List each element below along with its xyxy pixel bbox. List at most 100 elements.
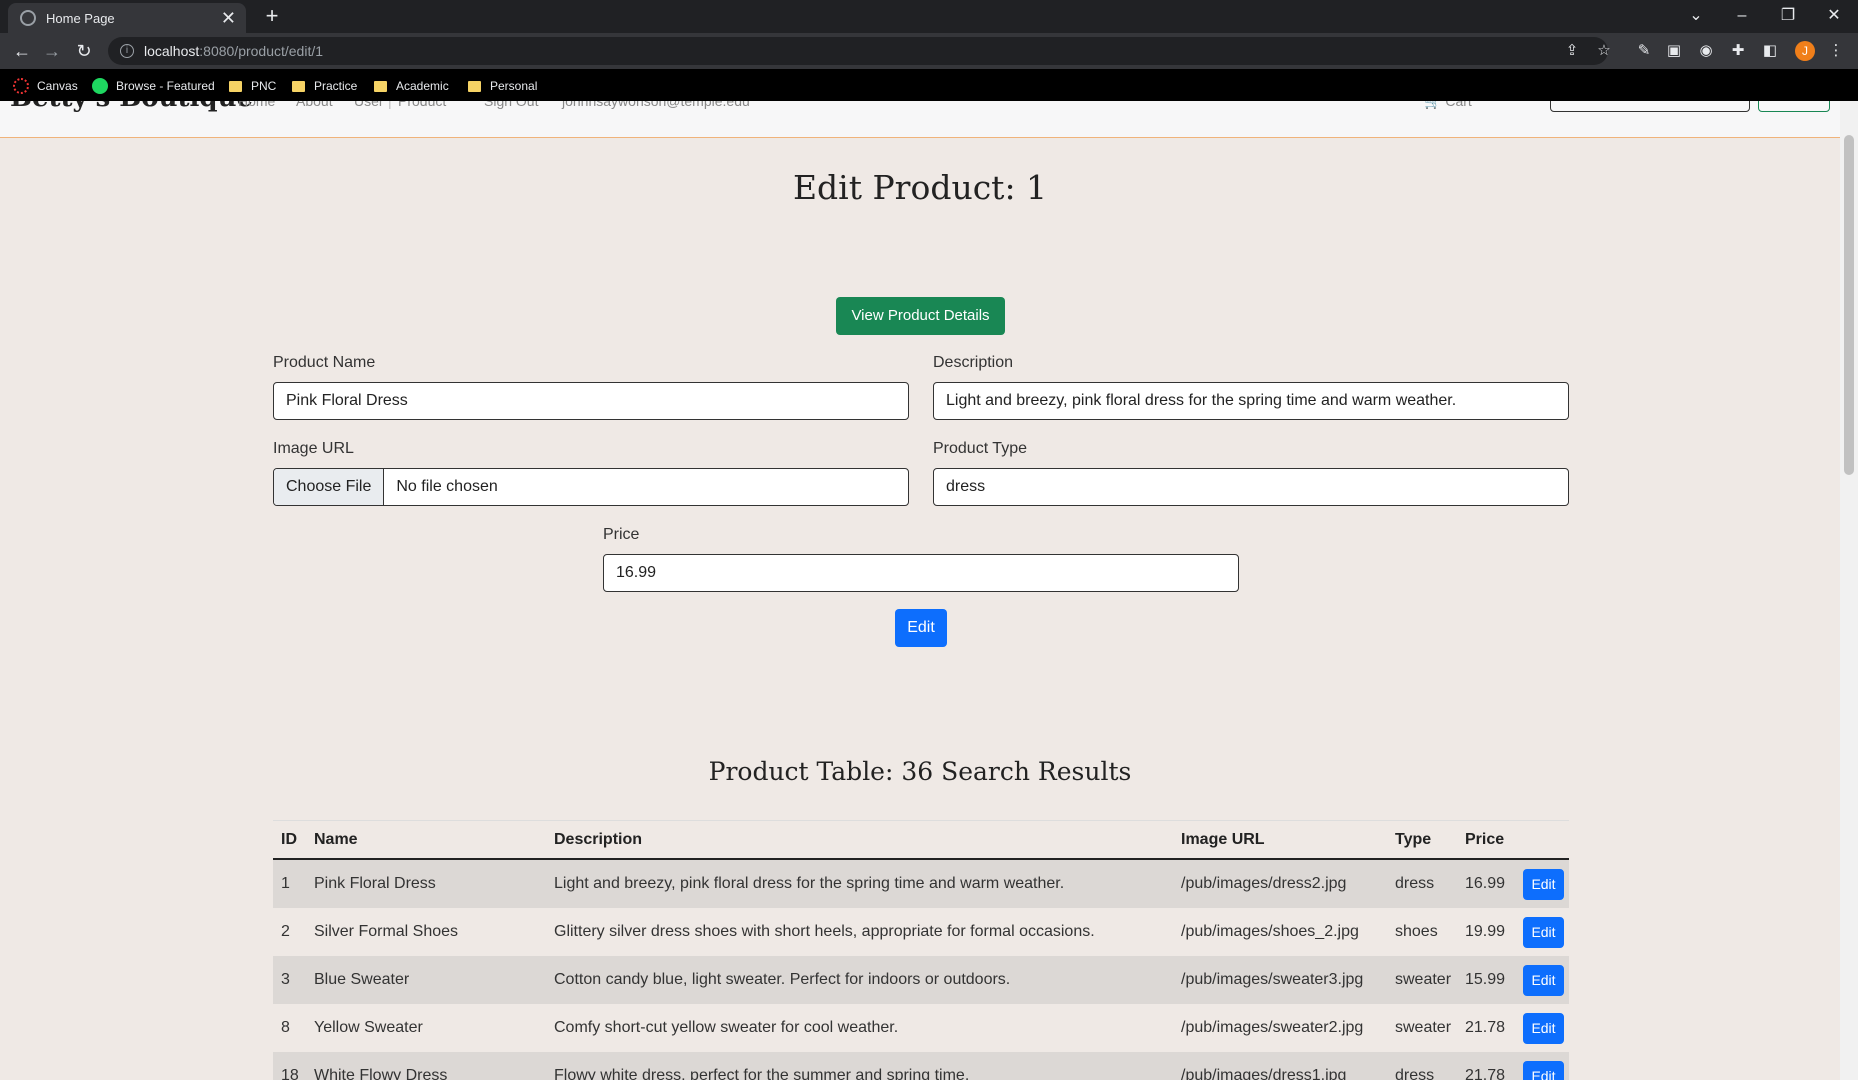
cell-description: Comfy short-cut yellow sweater for cool … (554, 1019, 899, 1036)
bookmark-canvas[interactable]: Canvas (13, 77, 78, 95)
extensions-puzzle-icon[interactable]: ✚ (1728, 41, 1748, 61)
description-input[interactable]: Light and breezy, pink floral dress for … (933, 382, 1569, 420)
nav-user[interactable]: User (354, 101, 384, 109)
row-edit-button[interactable]: Edit (1523, 964, 1564, 996)
header-image-url: Image URL (1181, 830, 1265, 848)
nav-about[interactable]: About (296, 101, 333, 109)
price-input[interactable]: 16.99 (603, 554, 1239, 592)
browser-tab[interactable]: Home Page ✕ (8, 3, 246, 33)
bookmark-label: PNC (251, 79, 277, 93)
product-type-label: Product Type (933, 440, 1027, 457)
image-url-label: Image URL (273, 440, 354, 457)
share-icon[interactable]: ⇪ (1562, 41, 1582, 61)
cell-image-url: /pub/images/sweater2.jpg (1181, 1019, 1364, 1036)
tab-search-icon[interactable]: ⌄ (1676, 4, 1716, 28)
nav-separator: | (388, 101, 392, 109)
address-bar[interactable]: i localhost:8080/product/edit/1 (108, 37, 1608, 65)
price-label: Price (603, 526, 640, 543)
bookmark-browse-featured[interactable]: Browse - Featured (92, 77, 215, 95)
product-table: ID Name Description Image URL Type Price… (273, 820, 1569, 1080)
cell-id: 3 (281, 971, 290, 988)
product-name-label: Product Name (273, 354, 376, 371)
window-close-icon[interactable]: ✕ (1814, 4, 1854, 28)
cell-actions: Edit (1521, 964, 1569, 996)
site-search-input[interactable] (1550, 101, 1750, 112)
profile-avatar[interactable]: J (1795, 41, 1815, 61)
cell-id: 1 (281, 875, 290, 892)
cell-name: Pink Floral Dress (314, 875, 436, 892)
cell-price: 21.78 (1465, 1019, 1506, 1036)
nav-cart[interactable]: 🛒 Cart (1424, 101, 1472, 110)
forward-icon[interactable]: → (40, 39, 64, 63)
new-tab-button[interactable]: + (260, 4, 284, 28)
back-icon[interactable]: ← (10, 39, 34, 63)
bookmarks-bar: Canvas Browse - Featured PNC Practice Ac… (0, 69, 1858, 101)
cell-price: 19.99 (1465, 923, 1506, 940)
cell-id: 2 (281, 923, 290, 940)
nav-home[interactable]: Home (238, 101, 275, 109)
site-search-button[interactable] (1758, 101, 1830, 112)
image-file-input[interactable]: Choose File No file chosen (273, 468, 909, 506)
cell-type: sweater (1395, 1019, 1452, 1036)
bookmark-academic[interactable]: Academic (374, 77, 449, 95)
cell-actions: Edit (1521, 1060, 1569, 1080)
view-product-details-button[interactable]: View Product Details (836, 297, 1005, 335)
menu-kebab-icon[interactable]: ⋮ (1826, 41, 1846, 61)
folder-icon (292, 80, 305, 92)
bookmark-label: Practice (314, 79, 358, 93)
bookmark-label: Browse - Featured (116, 79, 215, 93)
tab-close-icon[interactable]: ✕ (221, 9, 236, 27)
row-edit-button[interactable]: Edit (1523, 916, 1564, 948)
reload-icon[interactable]: ↻ (72, 39, 96, 63)
cell-name: Yellow Sweater (314, 1019, 423, 1036)
minimize-icon[interactable]: – (1722, 4, 1762, 28)
side-panel-icon[interactable]: ◧ (1760, 41, 1780, 61)
site-info-icon[interactable]: i (120, 44, 134, 58)
cell-name: Silver Formal Shoes (314, 923, 459, 940)
site-brand[interactable]: Betty's Boutique (10, 101, 253, 113)
scrollbar-thumb[interactable] (1844, 135, 1854, 475)
cell-id: 8 (281, 1019, 290, 1036)
eyedropper-extension-icon[interactable]: ✎ (1634, 41, 1654, 61)
globe-icon (20, 10, 36, 26)
choose-file-button[interactable]: Choose File (274, 469, 385, 505)
header-type: Type (1395, 830, 1432, 848)
table-title: Product Table: 36 Search Results (708, 757, 1132, 786)
bookmark-label: Personal (490, 79, 538, 93)
cell-description: Glittery silver dress shoes with short h… (554, 923, 1095, 940)
bookmark-star-icon[interactable]: ☆ (1594, 41, 1614, 61)
folder-icon (468, 80, 481, 92)
browser-tab-strip: Home Page ✕ + ⌄ – ❐ ✕ (0, 0, 1858, 33)
cell-image-url: /pub/images/dress2.jpg (1181, 875, 1347, 892)
row-edit-button[interactable]: Edit (1523, 868, 1564, 900)
restore-icon[interactable]: ❐ (1768, 4, 1808, 28)
tab-title: Home Page (46, 10, 115, 26)
bookmark-label: Academic (396, 79, 449, 93)
extension-circle-icon[interactable]: ◉ (1696, 41, 1716, 61)
table-row: 18 White Flowy Dress Flowy white dress, … (273, 1052, 1569, 1080)
folder-icon (229, 80, 242, 92)
cell-image-url: /pub/images/dress1.jpg (1181, 1067, 1347, 1080)
row-edit-button[interactable]: Edit (1523, 1012, 1564, 1044)
nav-sign-out[interactable]: Sign Out (484, 101, 538, 109)
bookmark-personal[interactable]: Personal (468, 77, 537, 95)
product-type-input[interactable]: dress (933, 468, 1569, 506)
bookmark-pnc[interactable]: PNC (229, 77, 276, 95)
extension-a-icon[interactable]: ▣ (1664, 41, 1684, 61)
page-scrollbar[interactable] (1840, 101, 1858, 1080)
cell-image-url: /pub/images/sweater3.jpg (1181, 971, 1364, 988)
cell-image-url: /pub/images/shoes_2.jpg (1181, 923, 1359, 940)
nav-user-email: johnnsaywonson@temple.edu (562, 101, 750, 109)
bookmark-label: Canvas (37, 79, 78, 93)
cell-name: Blue Sweater (314, 971, 410, 988)
cell-description: Flowy white dress, perfect for the summe… (554, 1067, 970, 1080)
bookmark-practice[interactable]: Practice (292, 77, 357, 95)
cell-type: dress (1395, 1067, 1435, 1080)
nav-product[interactable]: Product (398, 101, 446, 109)
table-row: 2 Silver Formal Shoes Glittery silver dr… (273, 908, 1569, 956)
edit-submit-button[interactable]: Edit (895, 609, 947, 647)
product-name-input[interactable]: Pink Floral Dress (273, 382, 909, 420)
row-edit-button[interactable]: Edit (1523, 1060, 1564, 1080)
header-price: Price (1465, 830, 1505, 848)
cell-actions: Edit (1521, 868, 1569, 900)
